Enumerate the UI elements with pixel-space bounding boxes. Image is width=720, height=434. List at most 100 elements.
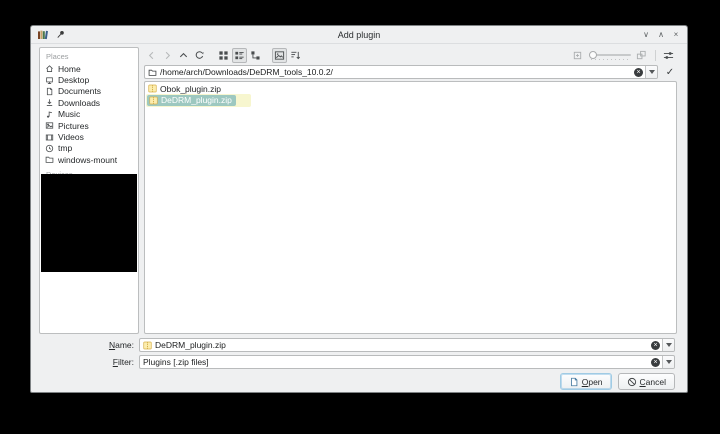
file-row[interactable]: DeDRM_plugin.zip: [146, 95, 676, 107]
location-bar: /home/arch/Downloads/DeDRM_tools_10.0.2/…: [144, 65, 677, 79]
window-title: Add plugin: [31, 30, 687, 40]
minimize-button[interactable]: ∨: [641, 30, 651, 40]
sidebar-item-tmp[interactable]: tmp: [45, 143, 138, 154]
music-icon: [45, 110, 54, 119]
maximize-button[interactable]: ∧: [656, 30, 666, 40]
sort-button[interactable]: [288, 48, 303, 63]
sidebar-item-label: Downloads: [58, 98, 100, 108]
name-dropdown-button[interactable]: [662, 339, 674, 351]
desktop-background: Add plugin ∨ ∧ × Places HomeDesktopDocum…: [0, 0, 720, 434]
icons-view-button[interactable]: [216, 48, 231, 63]
add-plugin-dialog: Add plugin ∨ ∧ × Places HomeDesktopDocum…: [30, 25, 688, 393]
sort-icon: [290, 50, 301, 61]
zip-archive-icon: [143, 341, 152, 350]
zoom-in-icon: [636, 50, 647, 61]
file-name: DeDRM_plugin.zip: [161, 95, 232, 105]
options-icon: [663, 50, 674, 61]
name-value: DeDRM_plugin.zip: [155, 340, 651, 350]
pictures-icon: [45, 121, 54, 130]
sidebar-item-home[interactable]: Home: [45, 63, 138, 74]
pin-icon: [55, 29, 66, 40]
location-input[interactable]: /home/arch/Downloads/DeDRM_tools_10.0.2/…: [144, 65, 658, 79]
zoom-out-button[interactable]: [570, 48, 585, 63]
sidebar-item-label: Videos: [58, 132, 84, 142]
places-panel: Places HomeDesktopDocuments DownloadsMusi…: [39, 47, 139, 334]
dialog-buttons: Open Cancel: [560, 373, 675, 390]
details-view-icon: [234, 50, 245, 61]
sidebar-item-label: Home: [58, 64, 81, 74]
sidebar-item-label: Desktop: [58, 75, 89, 85]
sidebar-item-desktop[interactable]: Desktop: [45, 74, 138, 85]
main-area: /home/arch/Downloads/DeDRM_tools_10.0.2/…: [144, 47, 677, 334]
sidebar-item-label: tmp: [58, 143, 72, 153]
filter-dropdown-button[interactable]: [662, 356, 674, 368]
clock-icon: [45, 144, 54, 153]
filter-value: Plugins [.zip files]: [143, 357, 651, 367]
zoom-slider[interactable]: [589, 51, 631, 61]
selection-hover-halo: DeDRM_plugin.zip: [146, 94, 251, 107]
preview-button[interactable]: [272, 48, 287, 63]
folder-icon: [45, 155, 54, 164]
document-icon: [569, 377, 579, 387]
sidebar-item-windows-mount[interactable]: windows-mount: [45, 154, 138, 165]
desktop-icon: [45, 76, 54, 85]
downloads-icon: [45, 98, 54, 107]
reload-icon: [194, 50, 205, 61]
cancel-button-label: Cancel: [640, 377, 666, 387]
sidebar-item-videos[interactable]: Videos: [45, 131, 138, 142]
preview-icon: [274, 50, 285, 61]
titlebar[interactable]: Add plugin ∨ ∧ ×: [31, 26, 687, 44]
sidebar-item-music[interactable]: Music: [45, 109, 138, 120]
sidebar-item-label: Documents: [58, 86, 101, 96]
filter-row: Filter: Plugins [.zip files] ×: [31, 355, 675, 369]
clear-name-button[interactable]: ×: [651, 341, 660, 350]
places-header: Places: [46, 52, 138, 61]
sidebar-item-documents[interactable]: Documents: [45, 86, 138, 97]
name-row: Name: DeDRM_plugin.zip ×: [31, 338, 675, 352]
name-label: Name:: [109, 340, 134, 350]
clear-location-button[interactable]: ×: [634, 68, 643, 77]
tree-view-icon: [250, 50, 261, 61]
cancel-circle-icon: [627, 377, 637, 387]
sidebar-item-label: Pictures: [58, 121, 89, 131]
devices-redacted-block: [41, 174, 137, 272]
sidebar-item-label: Music: [58, 109, 80, 119]
close-button[interactable]: ×: [671, 30, 681, 40]
caret-down-icon: [649, 70, 655, 74]
open-button[interactable]: Open: [560, 373, 612, 390]
sidebar-item-downloads[interactable]: Downloads: [45, 97, 138, 108]
zoom-in-button[interactable]: [634, 48, 649, 63]
toolbar: [144, 47, 677, 64]
forward-button[interactable]: [160, 48, 175, 63]
home-icon: [45, 64, 54, 73]
filter-label: Filter:: [113, 357, 134, 367]
sidebar-item-pictures[interactable]: Pictures: [45, 120, 138, 131]
file-list: Obok_plugin.zipDeDRM_plugin.zip: [144, 81, 677, 334]
open-button-label: Open: [582, 377, 603, 387]
folder-icon: [148, 68, 157, 77]
name-input[interactable]: DeDRM_plugin.zip ×: [139, 338, 675, 352]
caret-down-icon: [666, 343, 672, 347]
calibre-books-icon: [37, 29, 49, 41]
zip-archive-icon: [148, 84, 157, 93]
up-icon: [178, 50, 189, 61]
clear-filter-button[interactable]: ×: [651, 358, 660, 367]
selected-file[interactable]: DeDRM_plugin.zip: [147, 95, 236, 106]
location-dropdown-button[interactable]: [645, 66, 657, 78]
reload-button[interactable]: [192, 48, 207, 63]
options-button[interactable]: [661, 48, 676, 63]
forward-icon: [162, 50, 173, 61]
back-icon: [146, 50, 157, 61]
tree-view-button[interactable]: [248, 48, 263, 63]
icons-view-icon: [218, 50, 229, 61]
details-view-button[interactable]: [232, 48, 247, 63]
filter-input[interactable]: Plugins [.zip files] ×: [139, 355, 675, 369]
accept-path-button[interactable]: ✓: [663, 67, 677, 78]
up-button[interactable]: [176, 48, 191, 63]
back-button[interactable]: [144, 48, 159, 63]
zip-archive-icon: [149, 96, 158, 105]
zoom-slider-handle[interactable]: [589, 51, 597, 59]
cancel-button[interactable]: Cancel: [618, 373, 675, 390]
file-name: Obok_plugin.zip: [160, 84, 221, 94]
file-row[interactable]: Obok_plugin.zip: [146, 83, 676, 95]
